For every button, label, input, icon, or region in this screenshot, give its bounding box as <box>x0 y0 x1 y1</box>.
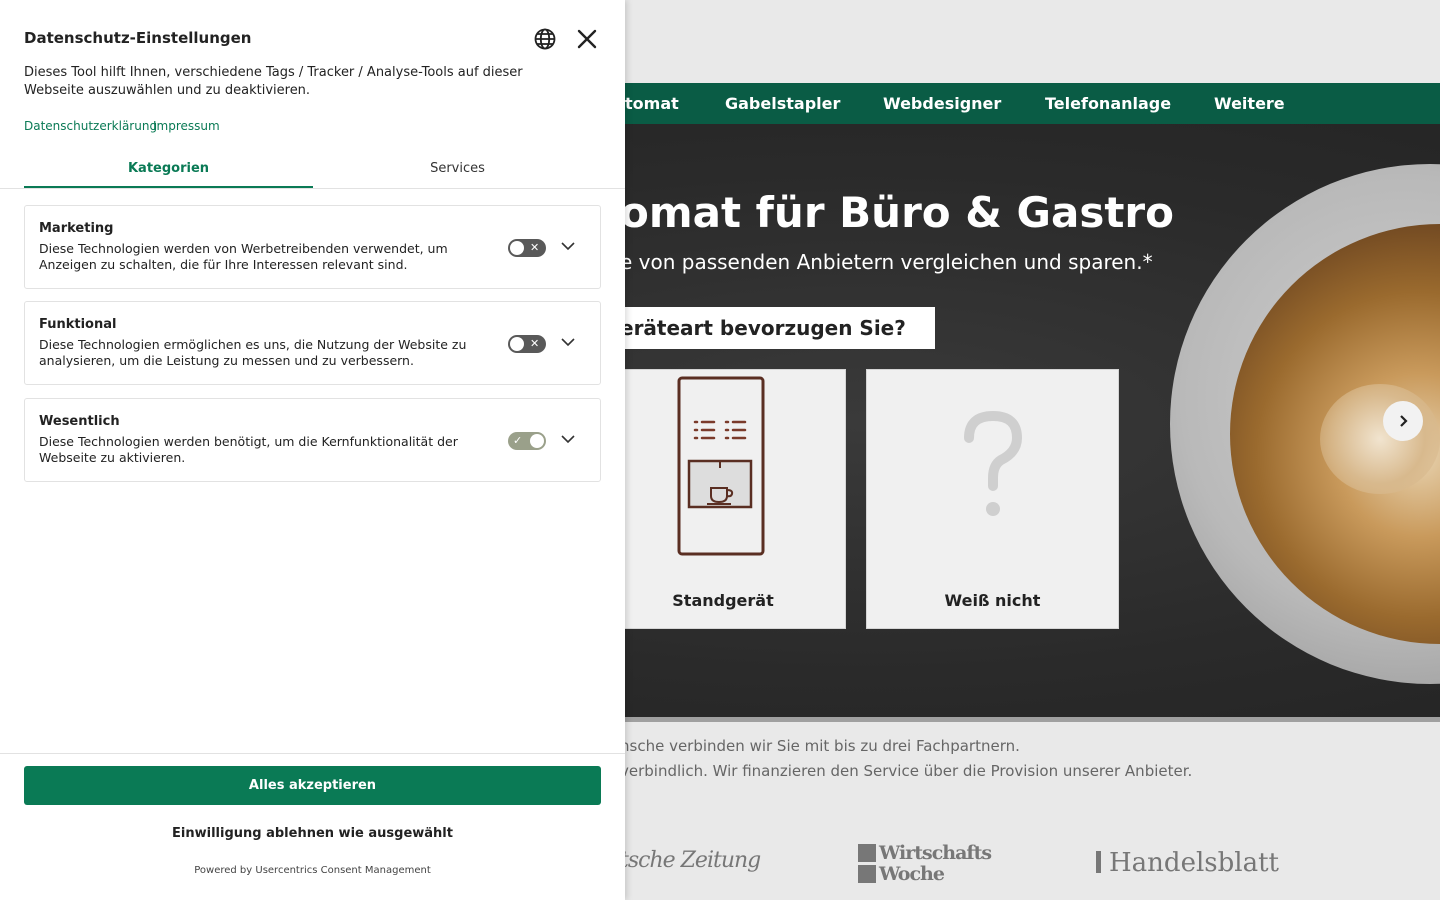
chevron-right-icon[interactable] <box>1383 401 1423 441</box>
hero-title: omat für Büro & Gastro <box>620 188 1174 237</box>
press-logo-text: Handelsblatt <box>1109 848 1279 878</box>
essential-toggle[interactable]: ✓ <box>508 432 546 450</box>
panel-title: Datenschutz-Einstellungen <box>24 29 252 47</box>
functional-toggle[interactable]: ✕ <box>508 335 546 353</box>
card-label: Standgerät <box>672 591 774 610</box>
imprint-link[interactable]: Impressum <box>153 119 220 133</box>
x-icon: ✕ <box>530 337 540 350</box>
chevron-down-icon[interactable] <box>560 431 576 447</box>
press-logo-line: Woche <box>879 863 945 885</box>
chevron-down-icon[interactable] <box>560 334 576 350</box>
panel-description: Dieses Tool hilft Ihnen, verschiedene Ta… <box>24 65 523 98</box>
category-marketing: Marketing Diese Technologien werden von … <box>24 205 601 289</box>
nav-item-webdesigner[interactable]: Webdesigner <box>883 94 1001 113</box>
close-icon[interactable] <box>575 27 599 51</box>
toggle-knob <box>510 337 524 351</box>
category-description: Diese Technologien ermöglichen es uns, d… <box>39 337 467 368</box>
chevron-down-icon[interactable] <box>560 238 576 254</box>
option-card-standgeraet[interactable]: Standgerät <box>600 369 846 629</box>
press-logo-line: Wirtschafts <box>879 842 992 864</box>
coffee-machine-icon <box>677 376 765 556</box>
question-mark-icon <box>964 410 1023 516</box>
x-icon: ✕ <box>530 241 540 254</box>
nav-item-kaffeevollautomat[interactable]: tomat <box>625 94 679 113</box>
press-logo-sueddeutsche: tsche Zeitung <box>620 848 761 873</box>
globe-icon[interactable] <box>533 27 557 51</box>
marketing-toggle[interactable]: ✕ <box>508 239 546 257</box>
footer-divider <box>0 753 625 754</box>
category-funktional: Funktional Diese Technologien ermögliche… <box>24 301 601 385</box>
toggle-knob <box>510 241 524 255</box>
info-text: nsche verbinden wir Sie mit bis zu drei … <box>620 737 1020 755</box>
option-card-weiss-nicht[interactable]: Weiß nicht <box>866 369 1119 629</box>
category-wesentlich: Wesentlich Diese Technologien werden ben… <box>24 398 601 482</box>
coffee-foam-image <box>1320 384 1440 494</box>
powered-by-text: Powered by Usercentrics Consent Manageme… <box>194 865 431 876</box>
check-icon: ✓ <box>513 434 523 447</box>
press-logo-handelsblatt: Handelsblatt <box>1096 848 1279 878</box>
question-text: eräteart bevorzugen Sie? <box>620 316 906 340</box>
deny-selected-button[interactable]: Einwilligung ablehnen wie ausgewählt <box>24 820 601 846</box>
nav-item-weitere[interactable]: Weitere <box>1214 94 1285 113</box>
toggle-knob <box>530 434 544 448</box>
tab-divider <box>0 188 625 189</box>
category-description: Diese Technologien werden benötigt, um d… <box>39 434 458 465</box>
accept-all-button[interactable]: Alles akzeptieren <box>24 766 601 805</box>
category-description: Diese Technologien werden von Werbetreib… <box>39 241 448 272</box>
hero-subtitle: e von passenden Anbietern vergleichen un… <box>620 250 1153 274</box>
card-label: Weiß nicht <box>944 591 1041 610</box>
nav-item-telefonanlage[interactable]: Telefonanlage <box>1045 94 1171 113</box>
category-title: Funktional <box>39 317 117 332</box>
privacy-settings-panel: Datenschutz-Einstellungen Dieses Tool hi… <box>0 0 625 900</box>
category-title: Marketing <box>39 221 114 236</box>
info-text: verbindlich. Wir finanzieren den Service… <box>620 762 1193 780</box>
tab-services[interactable]: Services <box>313 161 602 188</box>
privacy-policy-link[interactable]: Datenschutzerklärung <box>24 119 157 133</box>
category-title: Wesentlich <box>39 414 120 429</box>
nav-item-gabelstapler[interactable]: Gabelstapler <box>725 94 840 113</box>
tab-kategorien[interactable]: Kategorien <box>24 161 313 188</box>
